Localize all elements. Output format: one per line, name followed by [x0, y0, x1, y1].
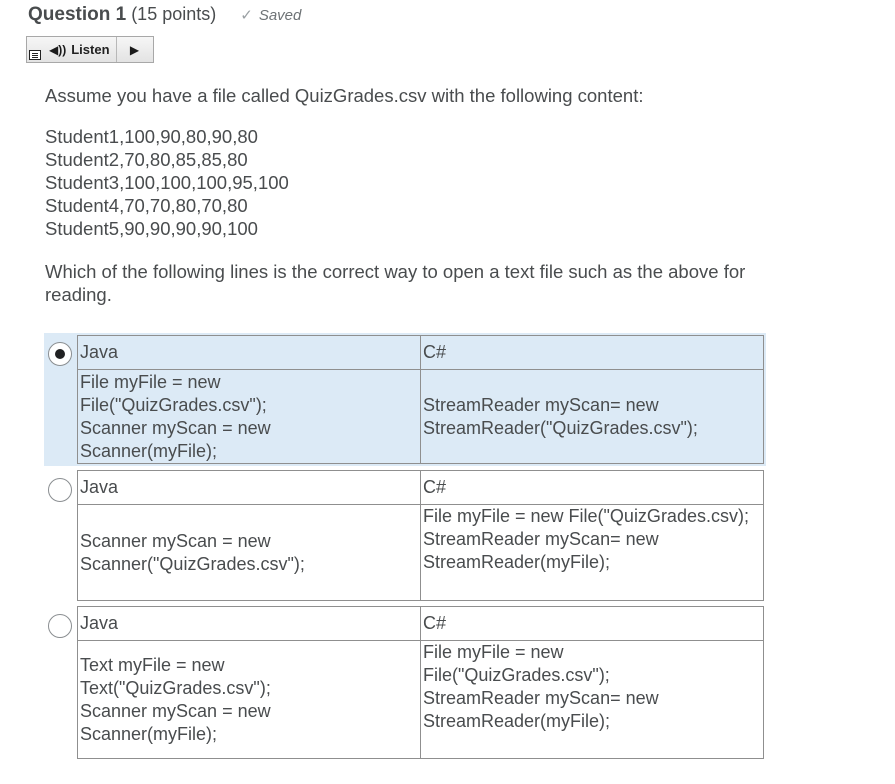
- option-1-table: Java C# File myFile = new File("QuizGrad…: [77, 335, 764, 464]
- code-line: Scanner myScan = new: [80, 530, 271, 551]
- code-line: StreamReader("QuizGrades.csv");: [423, 417, 698, 438]
- question-intro: Assume you have a file called QuizGrades…: [45, 85, 644, 106]
- code-line: File("QuizGrades.csv");: [80, 394, 267, 415]
- option-3-table: Java C# Text myFile = new Text("QuizGrad…: [77, 606, 764, 759]
- java-code: Scanner myScan = new Scanner("QuizGrades…: [77, 504, 421, 601]
- listen-button[interactable]: ◀)) Listen: [43, 37, 117, 62]
- code-line: File myFile = new: [80, 371, 221, 392]
- code-line: Scanner myScan = new: [80, 417, 271, 438]
- java-code: Text myFile = new Text("QuizGrades.csv")…: [77, 640, 421, 759]
- code-line: StreamReader myScan= new: [423, 688, 659, 708]
- radio-option-3[interactable]: [48, 614, 72, 638]
- csharp-code: StreamReader myScan= new StreamReader("Q…: [420, 369, 764, 464]
- java-header: Java: [77, 335, 421, 370]
- code-line: StreamReader(myFile);: [423, 552, 611, 572]
- answer-option-2[interactable]: Java C# Scanner myScan = new Scanner("Qu…: [44, 470, 766, 602]
- readspeaker-toolbar: ◀)) Listen ▶: [26, 36, 154, 63]
- option-2-table: Java C# Scanner myScan = new Scanner("Qu…: [77, 470, 764, 601]
- file-line: Student4,70,70,80,70,80: [45, 195, 248, 216]
- csharp-code: File myFile = new File("QuizGrades.csv")…: [420, 640, 764, 759]
- question-prompt: Which of the following lines is the corr…: [45, 261, 746, 305]
- question-header: Question 1 (15 points) ✓ Saved: [28, 4, 301, 26]
- file-line: Student5,90,90,90,90,100: [45, 218, 258, 239]
- file-line: Student3,100,100,100,95,100: [45, 172, 289, 193]
- csharp-header: C#: [420, 606, 764, 641]
- java-code: File myFile = new File("QuizGrades.csv")…: [77, 369, 421, 464]
- code-line: File("QuizGrades.csv");: [423, 665, 610, 685]
- code-line: StreamReader(myFile);: [423, 711, 611, 731]
- play-icon: ▶: [129, 42, 140, 57]
- java-header: Java: [77, 606, 421, 641]
- code-line: StreamReader myScan= new: [423, 394, 659, 415]
- csharp-header: C#: [420, 470, 764, 505]
- question-points: (15 points): [131, 4, 217, 24]
- menu-icon: [29, 50, 41, 60]
- csharp-header: C#: [420, 335, 764, 370]
- code-line: Scanner("QuizGrades.csv");: [80, 553, 305, 574]
- code-line: Text("QuizGrades.csv");: [80, 677, 271, 698]
- question-title: Question 1: [28, 4, 127, 25]
- file-line: Student2,70,80,85,85,80: [45, 149, 248, 170]
- csharp-code: File myFile = new File("QuizGrades.csv);…: [420, 504, 764, 601]
- java-header: Java: [77, 470, 421, 505]
- answer-option-3[interactable]: Java C# Text myFile = new Text("QuizGrad…: [44, 606, 766, 762]
- code-line: File myFile = new: [423, 642, 564, 662]
- code-line: StreamReader myScan= new: [423, 529, 659, 549]
- readspeaker-menu-button[interactable]: [27, 37, 43, 62]
- saved-label: Saved: [258, 7, 302, 24]
- saved-status: ✓ Saved: [240, 6, 301, 24]
- listen-label: Listen: [71, 42, 110, 57]
- check-icon: ✓: [240, 7, 253, 24]
- radio-option-2[interactable]: [48, 478, 72, 502]
- answer-option-1[interactable]: Java C# File myFile = new File("QuizGrad…: [44, 333, 766, 466]
- file-line: Student1,100,90,80,90,80: [45, 126, 258, 147]
- code-line: File myFile = new File("QuizGrades.csv);: [423, 506, 749, 526]
- code-line: Text myFile = new: [80, 654, 225, 675]
- code-line: Scanner(myFile);: [80, 723, 218, 744]
- code-line: Scanner myScan = new: [80, 700, 271, 721]
- file-content: Student1,100,90,80,90,80 Student2,70,80,…: [45, 125, 289, 240]
- speaker-icon: ◀)): [49, 42, 67, 57]
- play-button[interactable]: ▶: [117, 37, 153, 62]
- code-line: Scanner(myFile);: [80, 440, 218, 461]
- radio-option-1[interactable]: [48, 342, 72, 366]
